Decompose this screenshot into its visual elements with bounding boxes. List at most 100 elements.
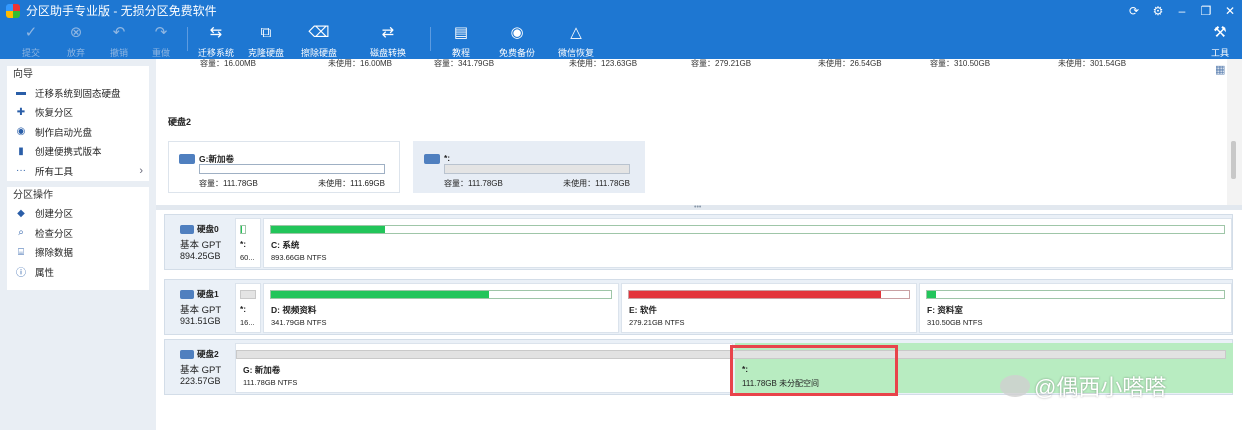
partition-info: 111.78GB NTFS (243, 378, 298, 387)
clone-disk-button[interactable]: ⧉ 克隆硬盘 (243, 23, 289, 59)
volume-capacity: 容量：111.78GB (199, 179, 258, 188)
sidebar-item-label: 创建便携式版本 (35, 147, 102, 159)
sidebar-item-migrate-ssd[interactable]: ▬ 迁移系统到固态硬盘 (7, 83, 149, 103)
free-backup-button[interactable]: ◉ 免费备份 (494, 23, 540, 59)
redo-button[interactable]: ↷ 重做 (138, 23, 184, 59)
sidebar-item-all-tools[interactable]: ··· 所有工具 › (7, 161, 149, 181)
partition-block[interactable]: *: 60... (235, 218, 261, 268)
volume-capacity: 容量：111.78GB (444, 179, 503, 188)
tutorial-label: 教程 (451, 48, 470, 58)
partition-block[interactable]: D: 视频资料 341.79GB NTFS (263, 283, 619, 333)
sidebar-item-label: 恢复分区 (35, 108, 74, 120)
volume-free: 未使用：16.00MB (328, 59, 393, 68)
redo-label: 重做 (151, 48, 170, 58)
convert-disk-button[interactable]: ⇄ 磁盘转换 (365, 23, 411, 59)
volume-card-partial[interactable]: 容量：16.00MB 未使用：16.00MB (168, 59, 400, 72)
partition-block[interactable]: F: 资料室 310.50GB NTFS (919, 283, 1232, 333)
watermark-logo-icon (1000, 375, 1030, 397)
sidebar-item-boot-disc[interactable]: ◉ 制作启动光盘 (7, 122, 149, 142)
watermark: @偶西小嗒嗒 (1000, 370, 1166, 402)
disk-row-1[interactable]: 硬盘1 基本 GPT 931.51GB *: 16... D: 视频资料 341… (164, 279, 1233, 335)
disk-info[interactable]: 硬盘0 基本 GPT 894.25GB (165, 215, 233, 269)
sidebar-item-wipe-data[interactable]: ⌸ 擦除数据 (7, 243, 149, 263)
convert-disk-label: 磁盘转换 (369, 48, 406, 58)
disk-type: 基本 GPT (180, 305, 222, 316)
sidebar-item-recover-partition[interactable]: ✚ 恢复分区 (7, 103, 149, 123)
disk-name: 硬盘1 (197, 289, 219, 299)
wipe-disk-icon: ⌫ (308, 24, 330, 41)
create-partition-icon: ◆ (17, 207, 25, 219)
tutorial-button[interactable]: ▤ 教程 (438, 23, 484, 59)
scrollbar-thumb[interactable] (1231, 141, 1236, 179)
disk-icon (180, 290, 194, 299)
check-partition-icon: ⌕ (18, 227, 24, 239)
partition-block[interactable]: E: 软件 279.21GB NTFS (621, 283, 917, 333)
disk-info[interactable]: 硬盘1 基本 GPT 931.51GB (165, 280, 233, 334)
volume-card-view: 容量：16.00MB 未使用：16.00MB 容量：341.79GB 未使用：1… (156, 59, 1227, 205)
migrate-os-button[interactable]: ⇆ 迁移系统 (193, 23, 239, 59)
disk-name: 硬盘2 (197, 349, 219, 359)
sidebar-item-portable[interactable]: ▮ 创建便携式版本 (7, 142, 149, 162)
partition-block[interactable]: *: 16... (235, 283, 261, 333)
wipe-disk-button[interactable]: ⌫ 擦除硬盘 (296, 23, 342, 59)
sidebar-item-create-partition[interactable]: ◆ 创建分区 (7, 204, 149, 224)
undo-button[interactable]: ↶ 撤销 (96, 23, 142, 59)
volume-free: 未使用：111.69GB (318, 179, 385, 188)
migrate-icon: ⇆ (209, 24, 223, 41)
partition-ops-heading: 分区操作 (13, 189, 53, 201)
disk-size: 931.51GB (180, 316, 221, 326)
disk-info[interactable]: 硬盘2 基本 GPT 223.57GB (165, 340, 233, 394)
backup-icon: ◉ (510, 24, 524, 41)
watermark-text: @偶西小嗒嗒 (1034, 375, 1167, 400)
close-icon[interactable]: ✕ (1222, 4, 1238, 18)
partition-usage-bar (270, 290, 612, 299)
window-title: 分区助手专业版 - 无损分区免费软件 (26, 4, 217, 18)
partition-block[interactable]: C: 系统 893.66GB NTFS (263, 218, 1232, 268)
usage-fill (927, 291, 936, 298)
wizard-panel: 向导 ▬ 迁移系统到固态硬盘 ✚ 恢复分区 ◉ 制作启动光盘 ▮ 创建便携式版本… (7, 66, 149, 181)
partition-info: 310.50GB NTFS (927, 318, 983, 327)
volume-card-unallocated[interactable]: *: 容量：111.78GB 未使用：111.78GB (413, 141, 645, 193)
submit-label: 提交 (21, 48, 40, 58)
tools-button[interactable]: ⚒ 工具 (1197, 23, 1242, 59)
submit-button[interactable]: ✓ 提交 (8, 23, 54, 59)
drive-icon (424, 154, 440, 164)
volume-card-partial[interactable]: 容量：341.79GB 未使用：123.63GB (414, 59, 646, 72)
volume-card-partial[interactable]: 容量：310.50GB 未使用：301.54GB (908, 59, 1140, 72)
toolbar: ✓ 提交 ⊗ 放弃 ↶ 撤销 ↷ 重做 ⇆ 迁移系统 ⧉ 克隆硬盘 ⌫ 擦除硬盘… (0, 21, 1242, 59)
wechat-recovery-label: 微信恢复 (557, 48, 594, 58)
usb-icon: ▮ (18, 145, 24, 157)
minimize-icon[interactable]: – (1174, 4, 1190, 18)
refresh-icon[interactable]: ⟳ (1126, 4, 1142, 18)
title-bar: 分区助手专业版 - 无损分区免费软件 ⟳ ⚙ – ❐ ✕ (0, 0, 1242, 21)
recovery-icon: △ (570, 24, 582, 41)
usage-fill (271, 291, 489, 298)
sidebar-item-label: 擦除数据 (35, 248, 74, 260)
disk-row-0[interactable]: 硬盘0 基本 GPT 894.25GB *: 60... C: 系统 893.6… (164, 214, 1233, 270)
view-toggle-icon[interactable]: ▦ (1215, 63, 1225, 76)
usage-fill (629, 291, 881, 298)
sidebar-item-label: 检查分区 (35, 228, 74, 240)
partition-info: 341.79GB NTFS (271, 318, 327, 327)
volume-free: 未使用：123.63GB (569, 59, 638, 68)
tools-icon: ⚒ (1213, 24, 1227, 41)
disk2-heading: 硬盘2 (168, 117, 192, 127)
volume-card-g[interactable]: G:新加卷 容量：111.78GB 未使用：111.69GB (168, 141, 400, 193)
volume-capacity: 容量：16.00MB (200, 59, 257, 68)
partition-usage-bar (240, 225, 246, 234)
settings-icon[interactable]: ⚙ (1150, 4, 1166, 18)
info-icon: ⓘ (16, 268, 26, 280)
partition-name: *: (240, 304, 247, 314)
partition-ops-panel: 分区操作 ◆ 创建分区 ⌕ 检查分区 ⌸ 擦除数据 ⓘ 属性 (7, 186, 149, 290)
vertical-scrollbar[interactable] (1227, 59, 1242, 205)
sidebar-item-properties[interactable]: ⓘ 属性 (7, 262, 149, 282)
partition-usage-bar (926, 290, 1225, 299)
disk-name: 硬盘0 (197, 224, 219, 234)
panel-splitter[interactable]: ••• (156, 204, 1242, 211)
restore-icon[interactable]: ❐ (1198, 4, 1214, 18)
discard-button[interactable]: ⊗ 放弃 (53, 23, 99, 59)
sidebar-item-check-partition[interactable]: ⌕ 检查分区 (7, 223, 149, 243)
wechat-recovery-button[interactable]: △ 微信恢复 (553, 23, 599, 59)
volume-card-partial[interactable]: 容量：279.21GB 未使用：26.54GB (661, 59, 893, 72)
recover-icon: ✚ (16, 106, 26, 118)
